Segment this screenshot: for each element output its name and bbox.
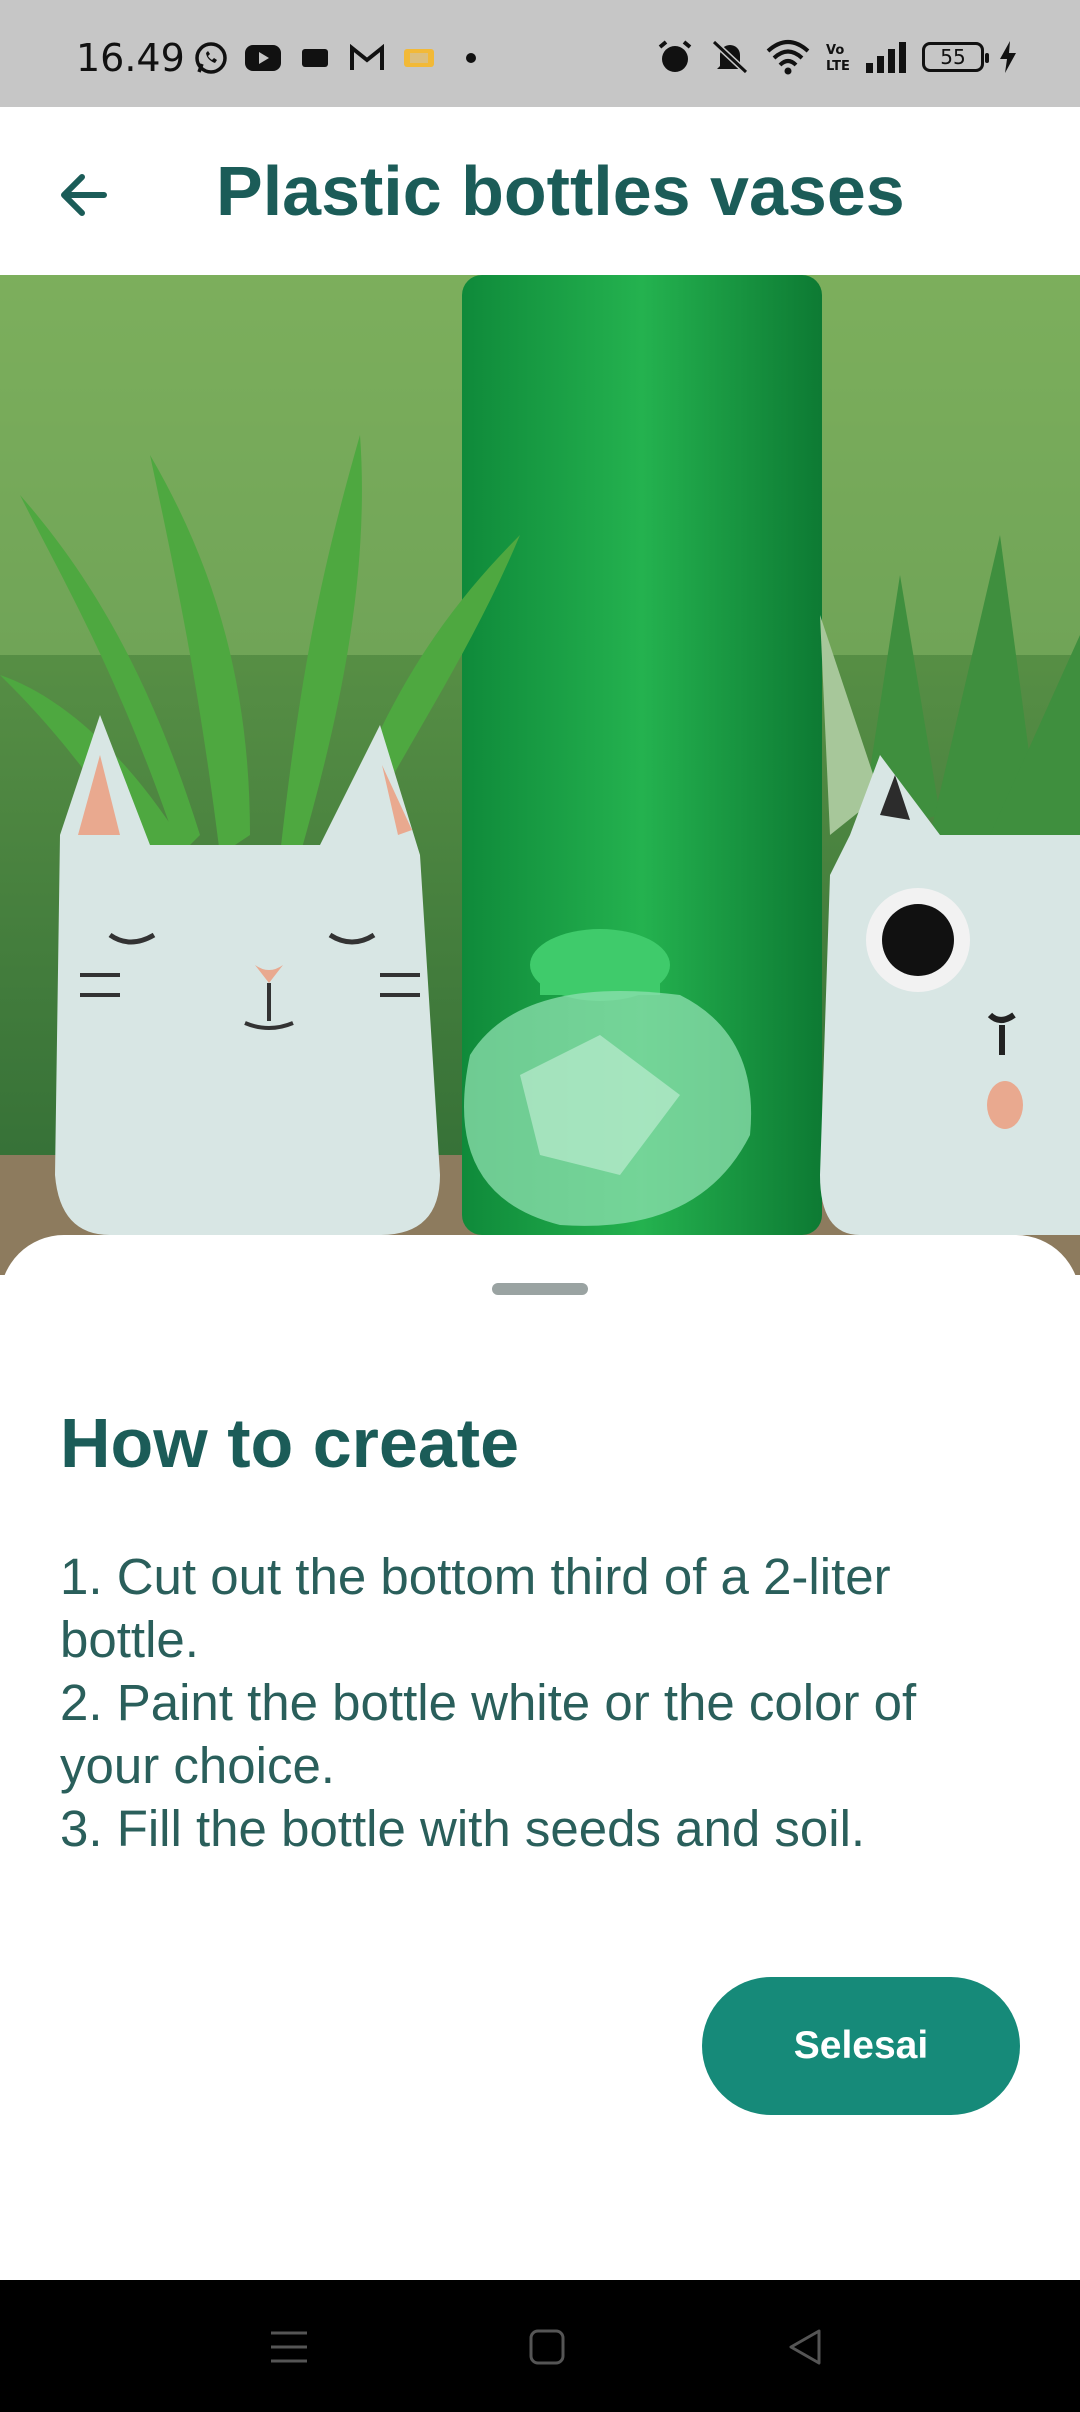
- instruction-step: 3. Fill the bottle with seeds and soil.: [60, 1800, 866, 1857]
- instruction-step: 2. Paint the bottle white or the color o…: [60, 1674, 917, 1794]
- recent-apps-button[interactable]: [264, 2322, 314, 2372]
- svg-text:LTE: LTE: [826, 59, 850, 74]
- whatsapp-icon: [192, 40, 230, 76]
- bottom-sheet: How to create 1. Cut out the bottom thir…: [0, 1235, 1080, 2280]
- dot-icon: [452, 40, 490, 76]
- home-button[interactable]: [522, 2322, 572, 2372]
- home-icon: [529, 2329, 565, 2365]
- mute-icon: [708, 38, 752, 76]
- done-button[interactable]: Selesai: [702, 1977, 1020, 2115]
- battery-icon: 55: [922, 42, 989, 72]
- instruction-step: 1. Cut out the bottom third of a 2-liter…: [60, 1548, 891, 1668]
- alarm-icon: [656, 38, 694, 76]
- instruction-list: 1. Cut out the bottom third of a 2-liter…: [60, 1545, 1020, 1860]
- status-bar: 16.49 Vo LTE 55: [0, 0, 1080, 107]
- system-back-button[interactable]: [780, 2322, 830, 2372]
- wifi-icon: [766, 39, 810, 75]
- navigation-bar: [0, 2280, 1080, 2412]
- signal-icon: [864, 41, 908, 73]
- back-button[interactable]: [48, 159, 120, 231]
- app-bar: Plastic bottles vases: [0, 107, 1080, 275]
- status-time: 16.49: [76, 36, 185, 80]
- hero-image: [0, 275, 1080, 1275]
- back-triangle-icon: [789, 2329, 821, 2365]
- page-title: Plastic bottles vases: [216, 152, 905, 230]
- sheet-heading: How to create: [60, 1404, 519, 1482]
- menu-icon: [271, 2331, 307, 2363]
- drag-handle[interactable]: [492, 1283, 588, 1295]
- notification-icons: [192, 40, 490, 76]
- system-status-icons: Vo LTE 55: [656, 38, 1018, 76]
- volte-icon: Vo LTE: [824, 40, 850, 74]
- gmail-icon: [348, 40, 386, 76]
- app-icon: [400, 40, 438, 76]
- film-icon: [296, 40, 334, 76]
- bottle-vases-illustration: [0, 275, 1080, 1275]
- svg-text:Vo: Vo: [826, 43, 844, 58]
- arrow-back-icon: [61, 174, 107, 216]
- charging-icon: [998, 39, 1018, 75]
- youtube-icon: [244, 40, 282, 76]
